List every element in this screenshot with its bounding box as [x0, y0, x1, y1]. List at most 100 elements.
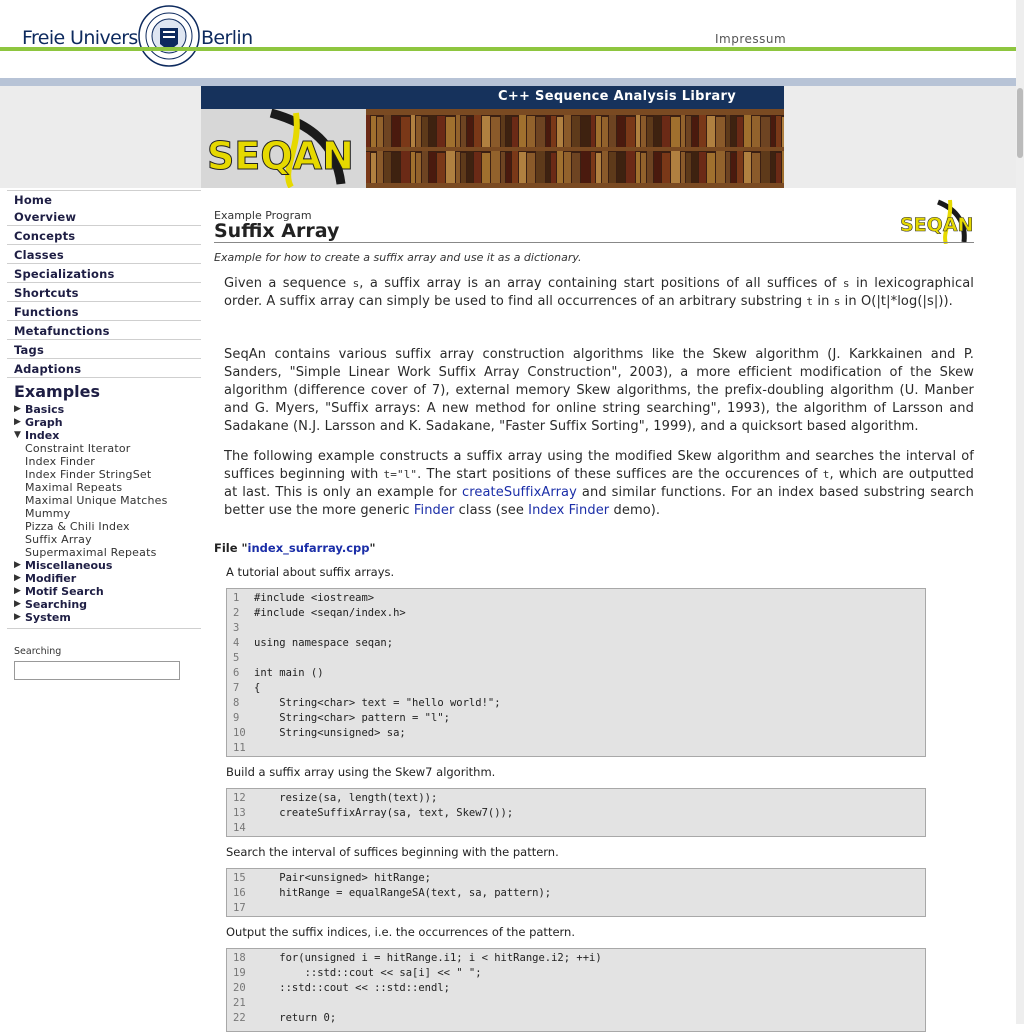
book-spine: [617, 153, 625, 183]
triangle-right-icon[interactable]: ▶: [14, 560, 21, 570]
sidebar-item-home[interactable]: Home: [14, 193, 52, 207]
search-input[interactable]: [14, 661, 180, 680]
scrollbar-thumb[interactable]: [1017, 88, 1023, 158]
code-text: String<char> pattern = "l";: [254, 712, 450, 724]
index-child-link[interactable]: Index Finder StringSet: [25, 468, 151, 481]
code-line: 2 #include <seqan/index.h>: [227, 606, 925, 621]
triangle-right-icon[interactable]: ▶: [14, 573, 21, 583]
fu-seal-icon[interactable]: [138, 5, 200, 67]
text: in: [813, 294, 834, 309]
index-finder-link[interactable]: Index Finder: [528, 503, 609, 518]
sidebar-item-shortcuts[interactable]: Shortcuts: [14, 286, 79, 300]
tree-item-label[interactable]: Motif Search: [25, 585, 104, 598]
create-suffix-array-link[interactable]: createSuffixArray: [462, 485, 577, 500]
banner-title: C++ Sequence Analysis Library: [497, 89, 736, 104]
book-spine: [707, 153, 715, 183]
index-child-link[interactable]: Pizza & Chili Index: [25, 520, 130, 533]
book-spine: [647, 151, 653, 183]
sidebar-item-adaptions[interactable]: Adaptions: [14, 362, 81, 376]
svg-text:SEQAN: SEQAN: [207, 134, 354, 178]
file-heading: File "index_sufarray.cpp": [214, 541, 376, 555]
sidebar-item-specializations[interactable]: Specializations: [14, 267, 115, 281]
sidebar-item-concepts[interactable]: Concepts: [14, 229, 75, 243]
triangle-right-icon[interactable]: ▶: [14, 612, 21, 622]
book-spine: [647, 117, 653, 147]
book-spine: [564, 115, 571, 147]
code-caption: Output the suffix indices, i.e. the occu…: [226, 925, 575, 939]
tree-item-label[interactable]: Modifier: [25, 572, 76, 585]
book-spine: [474, 115, 481, 147]
code-text: hitRange = equalRangeSA(text, sa, patter…: [254, 887, 552, 899]
fu-wordmark-right[interactable]: Berlin: [201, 27, 253, 49]
code-line: 7{: [227, 681, 925, 696]
text: demo).: [609, 503, 661, 518]
file-link[interactable]: index_sufarray.cpp: [248, 541, 370, 555]
book-spine: [384, 152, 391, 183]
index-child-link[interactable]: Constraint Iterator: [25, 442, 130, 455]
sidebar-item-metafunctions[interactable]: Metafunctions: [14, 324, 110, 338]
sidebar-item-classes[interactable]: Classes: [14, 248, 64, 262]
index-child-link[interactable]: Suffix Array: [25, 533, 92, 546]
tree-item-motif-search[interactable]: ▶ Motif Search: [14, 585, 104, 598]
triangle-right-icon[interactable]: ▶: [14, 404, 21, 414]
text: . The start positions of these suffices …: [417, 467, 823, 482]
tree-item-label[interactable]: Basics: [25, 403, 64, 416]
tree-item-basics[interactable]: ▶ Basics: [14, 403, 64, 416]
code-text: for(unsigned i = hitRange.i1; i < hitRan…: [254, 952, 602, 964]
tree-item-label[interactable]: Graph: [25, 416, 63, 429]
index-child-link[interactable]: Maximal Unique Matches: [25, 494, 168, 507]
triangle-right-icon[interactable]: ▶: [14, 417, 21, 427]
book-spine: [429, 152, 436, 183]
triangle-down-icon[interactable]: ▼: [14, 430, 21, 440]
code-text: createSuffixArray(sa, text, Skew7());: [254, 807, 514, 819]
vertical-scrollbar[interactable]: [1016, 0, 1024, 1024]
sidebar-divider: [7, 263, 201, 264]
sidebar-item-overview[interactable]: Overview: [14, 210, 76, 224]
line-number: 2: [233, 607, 240, 619]
book-spine: [422, 151, 428, 183]
book-spine: [761, 151, 770, 183]
line-number: 6: [233, 667, 240, 679]
book-spine: [591, 152, 595, 183]
impressum-link[interactable]: Impressum: [715, 32, 786, 46]
code-block: 18 for(unsigned i = hitRange.i1; i < hit…: [226, 948, 926, 1032]
text: class (see: [454, 503, 529, 518]
tree-item-label[interactable]: System: [25, 611, 71, 624]
book-spine: [744, 152, 751, 183]
title-divider: [214, 242, 974, 243]
code-line: 10 String<unsigned> sa;: [227, 726, 925, 741]
triangle-right-icon[interactable]: ▶: [14, 586, 21, 596]
book-spine: [596, 116, 601, 147]
sidebar-item-tags[interactable]: Tags: [14, 343, 44, 357]
index-child-link[interactable]: Index Finder: [25, 455, 95, 468]
book-spine: [392, 116, 400, 147]
tree-item-system[interactable]: ▶ System: [14, 611, 71, 624]
finder-link[interactable]: Finder: [414, 503, 455, 518]
code-s: s: [842, 277, 850, 290]
tree-item-label[interactable]: Miscellaneous: [25, 559, 112, 572]
tree-item-label[interactable]: Searching: [25, 598, 87, 611]
triangle-right-icon[interactable]: ▶: [14, 599, 21, 609]
examples-heading[interactable]: Examples: [14, 382, 100, 401]
book-spine: [456, 115, 460, 147]
sidebar-item-functions[interactable]: Functions: [14, 305, 79, 319]
book-spine: [671, 151, 680, 183]
book-spine: [617, 116, 625, 147]
line-number: 4: [233, 637, 240, 649]
book-spine: [564, 152, 571, 183]
tree-item-searching[interactable]: ▶ Searching: [14, 598, 87, 611]
code-text: using namespace seqan;: [254, 637, 394, 649]
tree-item-miscellaneous[interactable]: ▶ Miscellaneous: [14, 559, 112, 572]
tree-item-label[interactable]: Index: [25, 429, 59, 442]
index-child-link[interactable]: Maximal Repeats: [25, 481, 122, 494]
book-spine: [366, 115, 370, 147]
index-child-link[interactable]: Mummy: [25, 507, 70, 520]
code-block: 15 Pair<unsigned> hitRange; 16 hitRange =…: [226, 868, 926, 917]
main-content: Example Program Suffix Array SEQAN Examp…: [214, 188, 976, 1032]
index-child-link[interactable]: Supermaximal Repeats: [25, 546, 157, 559]
tree-item-modifier[interactable]: ▶ Modifier: [14, 572, 76, 585]
tree-item-graph[interactable]: ▶ Graph: [14, 416, 63, 429]
tree-item-index[interactable]: ▼ Index: [14, 429, 59, 442]
code-line: 13 createSuffixArray(sa, text, Skew7());: [227, 806, 925, 821]
book-spine: [501, 115, 505, 147]
